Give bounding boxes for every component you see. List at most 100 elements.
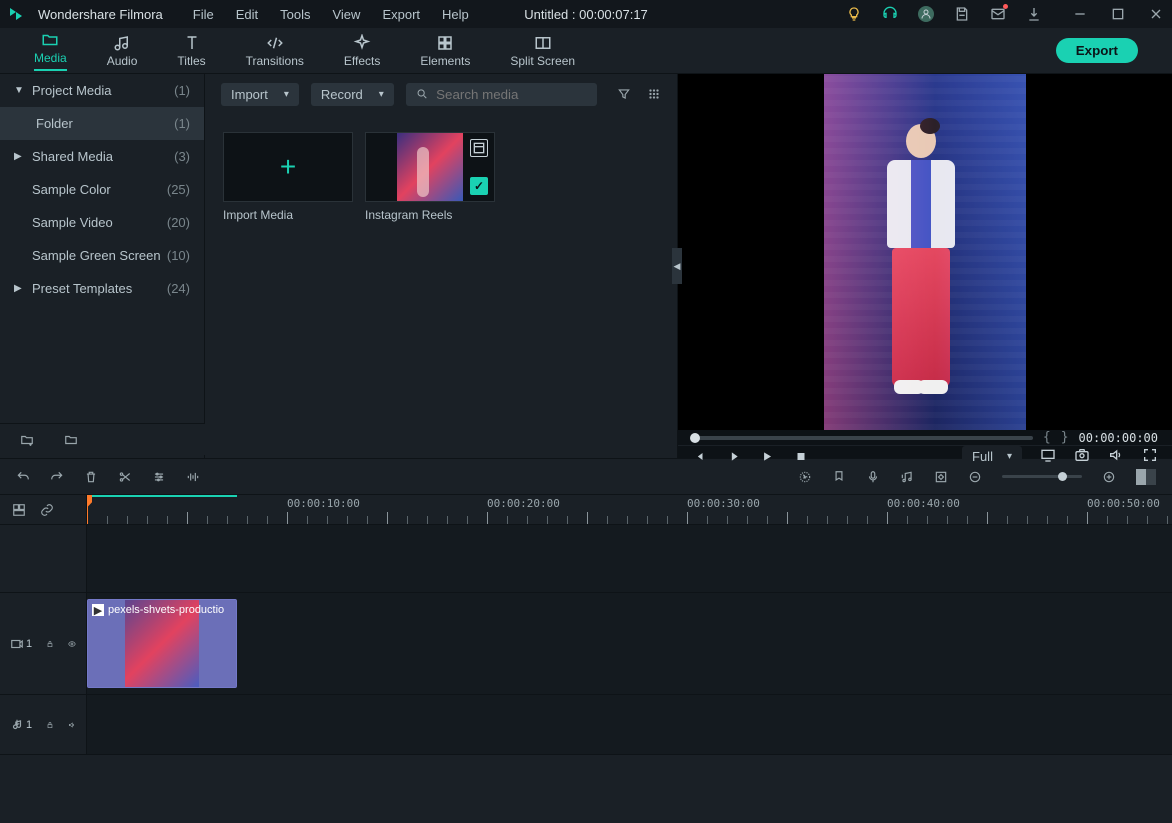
tab-media[interactable]: Media [14, 27, 87, 75]
menu-tools[interactable]: Tools [280, 7, 310, 22]
tab-audio[interactable]: Audio [87, 30, 158, 72]
timeline-toolbar [0, 459, 1172, 495]
chevron-down-icon: ▼ [14, 85, 24, 96]
chevron-down-icon: ▾ [379, 89, 384, 100]
app-name: Wondershare Filmora [38, 7, 163, 22]
transitions-icon [266, 34, 284, 52]
record-dropdown[interactable]: Record▾ [311, 83, 394, 106]
timeline-left-header [0, 495, 87, 524]
add-folder-icon[interactable] [20, 433, 34, 447]
timeline-audio-track: 1 [0, 695, 1172, 755]
clip-video-icon: ▶ [92, 604, 104, 616]
preview-frame [824, 74, 1026, 430]
grid-icon[interactable] [647, 87, 661, 101]
sidebar: ▼Project Media(1) Folder(1) ▶Shared Medi… [0, 74, 205, 458]
tab-effects[interactable]: Effects [324, 30, 400, 72]
sidebar-item-project-media[interactable]: ▼Project Media(1) [0, 74, 204, 107]
sidebar-item-preset-templates[interactable]: ▶Preset Templates(24) [0, 272, 204, 305]
fit-icon[interactable] [1136, 469, 1156, 485]
main-toolbar: Media Audio Titles Transitions Effects E… [0, 28, 1172, 74]
minimize-icon[interactable] [1072, 6, 1088, 22]
save-icon[interactable] [954, 6, 970, 22]
audio-track-icon [10, 718, 24, 732]
split-screen-icon [534, 34, 552, 52]
mark-in-button[interactable]: { [1043, 430, 1051, 445]
scrub-track[interactable] [692, 436, 1033, 440]
sidebar-footer [0, 423, 205, 455]
tab-split-screen[interactable]: Split Screen [490, 30, 595, 72]
split-icon[interactable] [118, 470, 132, 484]
download-icon[interactable] [1026, 6, 1042, 22]
zoom-thumb[interactable] [1058, 472, 1067, 481]
sidebar-item-sample-green-screen[interactable]: Sample Green Screen(10) [0, 239, 204, 272]
redo-icon[interactable] [50, 470, 64, 484]
maximize-icon[interactable] [1110, 6, 1126, 22]
tab-elements[interactable]: Elements [400, 30, 490, 72]
sidebar-item-shared-media[interactable]: ▶Shared Media(3) [0, 140, 204, 173]
undo-icon[interactable] [16, 470, 30, 484]
music-icon [113, 34, 131, 52]
preview-panel: { } 00:00:00:00 Full▾ [678, 74, 1172, 458]
thumbnail-image [397, 133, 463, 201]
audio-track-header: 1 [0, 695, 87, 754]
link-icon[interactable] [40, 503, 54, 517]
import-dropdown[interactable]: Import▾ [221, 83, 299, 106]
timeline-ruler[interactable]: 00:00:10:00 00:00:20:00 00:00:30:00 00:0… [87, 495, 1172, 524]
menu-edit[interactable]: Edit [236, 7, 258, 22]
zoom-in-icon[interactable] [1102, 470, 1116, 484]
mail-icon[interactable] [990, 6, 1006, 22]
media-panel: Import▾ Record▾ + Import Media ✓ Instagr… [205, 74, 678, 458]
menu-help[interactable]: Help [442, 7, 469, 22]
tab-transitions[interactable]: Transitions [226, 30, 324, 72]
mixer-icon[interactable] [900, 470, 914, 484]
search-icon [416, 87, 428, 101]
export-button[interactable]: Export [1056, 38, 1138, 63]
playhead[interactable] [87, 495, 88, 524]
zoom-slider[interactable] [1002, 475, 1082, 478]
keyframe-icon[interactable] [934, 470, 948, 484]
lightbulb-icon[interactable] [846, 6, 862, 22]
audio-track-body[interactable] [87, 695, 1172, 754]
collapse-handle[interactable]: ◀ [672, 248, 682, 284]
eye-icon[interactable] [68, 637, 76, 651]
lock-icon[interactable] [46, 637, 54, 651]
scrub-thumb[interactable] [690, 433, 700, 443]
video-track-body[interactable]: ▶pexels-shvets-productio [87, 593, 1172, 694]
render-icon[interactable] [798, 470, 812, 484]
delete-icon[interactable] [84, 470, 98, 484]
zoom-out-icon[interactable] [968, 470, 982, 484]
tab-titles[interactable]: Titles [157, 30, 225, 72]
mute-icon[interactable] [68, 718, 76, 732]
titlebar: Wondershare Filmora File Edit Tools View… [0, 0, 1172, 28]
headphones-icon[interactable] [882, 6, 898, 22]
media-tile-import[interactable]: + Import Media [223, 132, 353, 222]
media-tile-instagram[interactable]: ✓ Instagram Reels [365, 132, 495, 222]
close-icon[interactable] [1148, 6, 1164, 22]
manage-tracks-icon[interactable] [12, 503, 26, 517]
search-input[interactable] [436, 87, 587, 102]
search-box[interactable] [406, 83, 597, 106]
video-clip[interactable]: ▶pexels-shvets-productio [87, 599, 237, 688]
folder-icon[interactable] [64, 433, 78, 447]
user-icon[interactable] [918, 6, 934, 22]
timeline: 00:00:10:00 00:00:20:00 00:00:30:00 00:0… [0, 458, 1172, 823]
menu-file[interactable]: File [193, 7, 214, 22]
waveform-icon[interactable] [186, 470, 200, 484]
preview-timecode: 00:00:00:00 [1079, 431, 1158, 445]
timeline-spacer-track [0, 525, 1172, 593]
adjust-icon[interactable] [152, 470, 166, 484]
marker-icon[interactable] [832, 470, 846, 484]
effects-icon [353, 34, 371, 52]
lock-icon[interactable] [46, 718, 54, 732]
sidebar-item-sample-color[interactable]: Sample Color(25) [0, 173, 204, 206]
voiceover-icon[interactable] [866, 470, 880, 484]
media-grid: + Import Media ✓ Instagram Reels [205, 114, 677, 240]
folder-icon [41, 31, 59, 49]
menu-export[interactable]: Export [382, 7, 420, 22]
chevron-right-icon: ▶ [14, 151, 24, 162]
sidebar-item-sample-video[interactable]: Sample Video(20) [0, 206, 204, 239]
mark-out-button[interactable]: } [1061, 430, 1069, 445]
menu-view[interactable]: View [332, 7, 360, 22]
sidebar-item-folder[interactable]: Folder(1) [0, 107, 204, 140]
filter-icon[interactable] [617, 87, 631, 101]
